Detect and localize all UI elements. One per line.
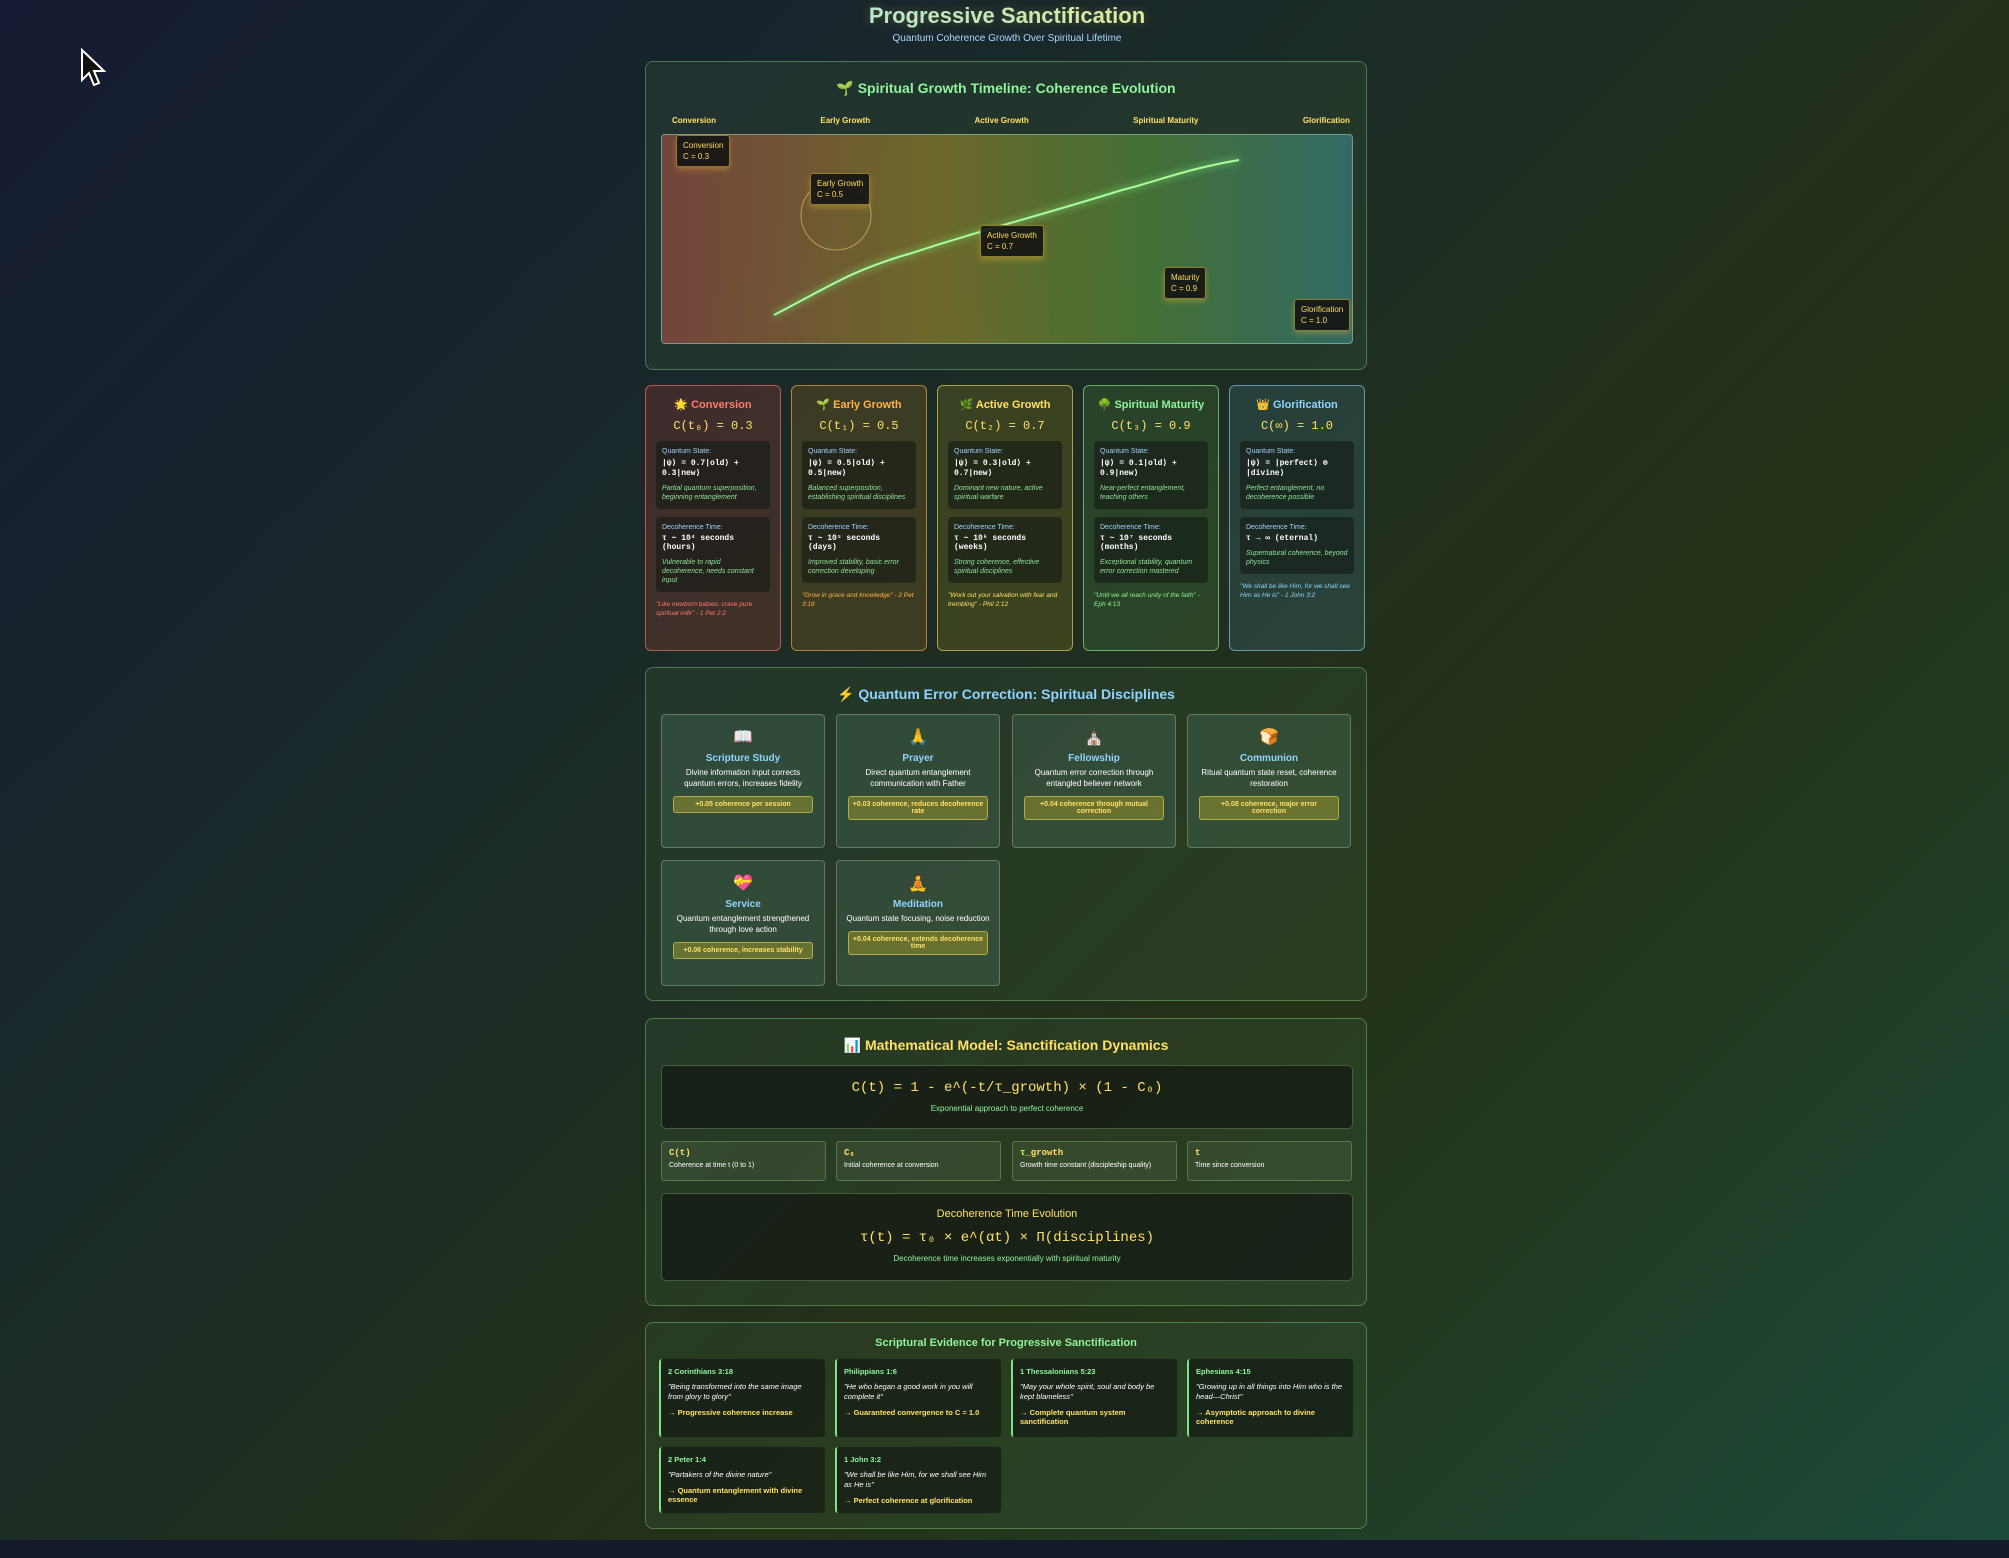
marker-glorification[interactable]: Glorification C = 1.0 [1294, 299, 1351, 331]
stage-name: 🌟 Conversion [674, 399, 752, 411]
disciplines-title: ⚡ Quantum Error Correction: Spiritual Di… [837, 686, 1175, 702]
stage-quote: "We shall be like Him, for we shall see … [1240, 583, 1350, 599]
variable-box: t Time since conversion [1187, 1141, 1352, 1181]
phase-label: Spiritual Maturity [1133, 116, 1199, 125]
evidence-panel: Scriptural Evidence for Progressive Sanc… [645, 1322, 1367, 1529]
variable-box: τ_growth Growth time constant (disciplesh… [1012, 1141, 1177, 1181]
timeline-panel: 🌱 Spiritual Growth Timeline: Coherence E… [645, 61, 1367, 370]
stage-card-conversion[interactable]: 🌟 Conversion C(t₀) = 0.3 Quantum State: |… [645, 385, 781, 651]
bread-icon: 🍞 [1259, 729, 1279, 746]
decoherence-box: Decoherence Time: τ → ∞ (eternal) Supernat… [1240, 517, 1354, 574]
phase-label: Early Growth [820, 116, 871, 125]
discipline-card-prayer[interactable]: 🙏 Prayer Direct quantum entanglement comm… [836, 714, 1000, 848]
marker-maturity[interactable]: Maturity C = 0.9 [1164, 267, 1207, 299]
effect-badge: +0.06 coherence, increases stability [673, 942, 813, 959]
stage-card-early-growth[interactable]: 🌱 Early Growth C(t₁) = 0.5 Quantum State… [791, 385, 927, 651]
main-content: Progressive Sanctification Quantum Coher… [645, 0, 1369, 1529]
evidence-card: Philippians 1:6 "He who began a good work… [835, 1359, 1001, 1437]
decoherence-desc: Decoherence time increases exponentially… [893, 1254, 1121, 1263]
stage-name: 🌿 Active Growth [959, 399, 1051, 411]
discipline-card-fellowship[interactable]: ⛪ Fellowship Quantum error correction thr… [1012, 714, 1176, 848]
decoherence-box: Decoherence Time: τ ~ 10⁴ seconds (hours)… [656, 517, 770, 592]
decoherence-title: Decoherence Time Evolution [936, 1208, 1078, 1220]
stage-equation: C(∞) = 1.0 [1260, 419, 1333, 433]
variable-box: C(t) Coherence at time t (0 to 1) [661, 1141, 826, 1181]
praying-hands-icon: 🙏 [908, 729, 928, 746]
main-equation-box: C(t) = 1 - e^(-t/τ_growth) × (1 - C₀) Ex… [661, 1065, 1353, 1129]
stage-equation: C(t₃) = 0.9 [1111, 419, 1191, 433]
quantum-state-box: Quantum State: |ψ⟩ = 0.7|old⟩ + 0.3|new⟩ P… [656, 441, 770, 509]
page-subtitle: Quantum Coherence Growth Over Spiritual … [892, 33, 1122, 44]
stage-name: 🌳 Spiritual Maturity [1097, 399, 1205, 411]
decoherence-equation-box: Decoherence Time Evolution τ(t) = τ₀ × e… [661, 1193, 1353, 1281]
disciplines-panel: ⚡ Quantum Error Correction: Spiritual Di… [645, 667, 1367, 1001]
stage-card-spiritual-maturity[interactable]: 🌳 Spiritual Maturity C(t₃) = 0.9 Quantum… [1083, 385, 1219, 651]
marker-conversion[interactable]: Conversion C = 0.3 [676, 135, 731, 167]
book-icon: 📖 [733, 729, 753, 746]
quantum-state-box: Quantum State: |ψ⟩ = 0.5|old⟩ + 0.5|new⟩ B… [802, 441, 916, 509]
effect-badge: +0.04 coherence, extends decoherence tim… [848, 931, 988, 955]
effect-badge: +0.03 coherence, reduces decoherence rat… [848, 796, 988, 820]
discipline-card-meditation[interactable]: 🧘 Meditation Quantum state focusing, nois… [836, 860, 1000, 986]
church-icon: ⛪ [1084, 729, 1104, 746]
math-panel: 📊 Mathematical Model: Sanctification Dyn… [645, 1018, 1367, 1306]
stage-equation: C(t₂) = 0.7 [965, 419, 1045, 433]
quantum-state-box: Quantum State: |ψ⟩ = 0.1|old⟩ + 0.9|new⟩ N… [1094, 441, 1208, 509]
discipline-card-communion[interactable]: 🍞 Communion Ritual quantum state reset, c… [1187, 714, 1351, 848]
phase-label: Active Growth [974, 116, 1029, 125]
stage-quote: "Grow in grace and knowledge" - 2 Pet 3:… [802, 592, 914, 608]
evidence-card: Ephesians 4:15 "Growing up in all things … [1187, 1359, 1353, 1437]
mouse-cursor-icon [81, 48, 106, 87]
effect-badge: +0.05 coherence per session [673, 796, 813, 813]
timeline-title: 🌱 Spiritual Growth Timeline: Coherence E… [836, 80, 1176, 96]
discipline-card-service[interactable]: 💝 Service Quantum entanglement strengthen… [661, 860, 825, 986]
meditation-icon: 🧘 [908, 875, 928, 892]
stage-name: 🌱 Early Growth [816, 399, 902, 411]
quantum-state-box: Quantum State: |ψ⟩ = 0.3|old⟩ + 0.7|new⟩ D… [948, 441, 1062, 509]
phase-labels: Conversion Early Growth Active Growth Sp… [672, 116, 1350, 125]
phase-label: Glorification [1302, 116, 1350, 125]
decoherence-equation: τ(t) = τ₀ × e^(αt) × Π(disciplines) [859, 1230, 1155, 1246]
coherence-chart: Conversion C = 0.3 Early Growth C = 0.5 Ac… [661, 134, 1353, 344]
stage-card-active-growth[interactable]: 🌿 Active Growth C(t₂) = 0.7 Quantum Stat… [937, 385, 1073, 651]
stage-card-glorification[interactable]: 👑 Glorification C(∞) = 1.0 Quantum State… [1229, 385, 1365, 651]
decoherence-box: Decoherence Time: τ ~ 10⁵ seconds (days) I… [802, 517, 916, 583]
evidence-card: 2 Corinthians 3:18 "Being transformed int… [659, 1359, 825, 1437]
marker-early-growth[interactable]: Early Growth C = 0.5 [810, 173, 871, 205]
effect-badge: +0.08 coherence, major error correction [1199, 796, 1339, 820]
page-title: Progressive Sanctification [645, 3, 1369, 29]
main-equation-desc: Exponential approach to perfect coherenc… [930, 1104, 1084, 1113]
stage-quote: "Like newborn babies, crave pure spiritu… [656, 601, 753, 617]
stage-quote: "Until we all reach unity of the faith" … [1094, 592, 1200, 608]
decoherence-box: Decoherence Time: τ ~ 10⁶ seconds (weeks)… [948, 517, 1062, 583]
evidence-card: 2 Peter 1:4 "Partakers of the divine natu… [659, 1447, 825, 1513]
stage-quote: "Work out your salvation with fear and t… [948, 592, 1058, 608]
heart-icon: 💝 [733, 875, 753, 892]
evidence-card: 1 Thessalonians 5:23 "May your whole spir… [1011, 1359, 1177, 1437]
evidence-title: Scriptural Evidence for Progressive Sanc… [875, 1337, 1137, 1349]
main-equation: C(t) = 1 - e^(-t/τ_growth) × (1 - C₀) [851, 1080, 1163, 1096]
variable-box: C₀ Initial coherence at conversion [836, 1141, 1001, 1181]
discipline-card-scripture[interactable]: 📖 Scripture Study Divine information inpu… [661, 714, 825, 848]
math-title: 📊 Mathematical Model: Sanctification Dyn… [843, 1037, 1169, 1053]
marker-active-growth[interactable]: Active Growth C = 0.7 [980, 225, 1044, 257]
evidence-card: 1 John 3:2 "We shall be like Him, for we … [835, 1447, 1001, 1513]
phase-label: Conversion [672, 116, 717, 125]
effect-badge: +0.04 coherence through mutual correctio… [1024, 796, 1164, 820]
stage-equation: C(t₁) = 0.5 [819, 419, 899, 433]
decoherence-box: Decoherence Time: τ ~ 10⁷ seconds (months… [1094, 517, 1208, 583]
bottom-bar [0, 1540, 2009, 1558]
stage-name: 👑 Glorification [1256, 399, 1338, 411]
quantum-state-box: Quantum State: |ψ⟩ = |perfect⟩ ⊗ |divine⟩… [1240, 441, 1354, 509]
stage-cards: 🌟 Conversion C(t₀) = 0.3 Quantum State: |… [645, 385, 1367, 651]
stage-equation: C(t₀) = 0.3 [673, 419, 753, 433]
